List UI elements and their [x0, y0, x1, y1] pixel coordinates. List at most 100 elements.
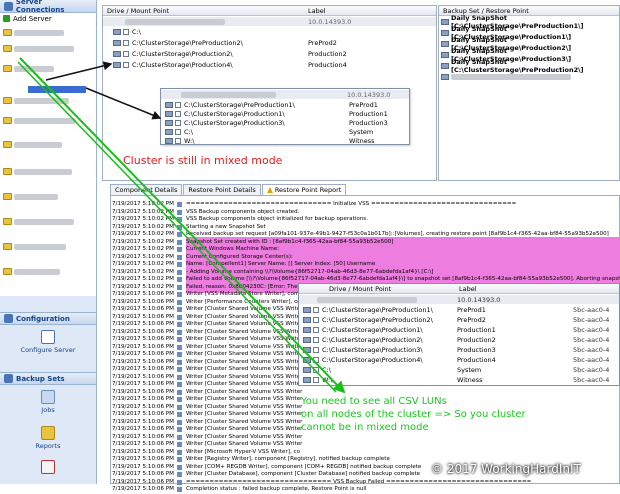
table-row[interactable]: C:\ClusterStorage\Production2\ Production…: [113, 49, 347, 58]
table-row[interactable]: C:\ClusterStorage\Production4\ Production…: [303, 355, 617, 364]
row-checkbox[interactable]: [175, 128, 181, 135]
row-checkbox[interactable]: [123, 39, 129, 46]
log-row[interactable]: 7/19/2017 5:10:06 PM Writer [Cluster Shar…: [110, 441, 620, 449]
row-checkbox[interactable]: [175, 119, 181, 126]
add-server-button[interactable]: Add Server: [0, 13, 96, 24]
table-row[interactable]: C:\ClusterStorage\Production3\ Production…: [303, 345, 617, 354]
configure-server-button[interactable]: Configure Server: [0, 330, 96, 354]
log-row[interactable]: 7/19/2017 5:10:06 PM ====================…: [110, 479, 620, 487]
row-checkbox[interactable]: [175, 101, 181, 108]
table-row[interactable]: W:\ Witness: [165, 136, 375, 145]
log-row[interactable]: 7/19/2017 5:10:02 PM ====================…: [110, 201, 620, 209]
volume-icon: [303, 376, 311, 383]
log-message: Completion status : failed backup comple…: [186, 486, 367, 492]
server-tree[interactable]: Add Server: [0, 13, 96, 296]
tree-item[interactable]: [3, 218, 74, 225]
table-row[interactable]: C:\: [113, 27, 141, 36]
log-info-icon: [177, 224, 182, 230]
log-row[interactable]: 7/19/2017 5:10:02 PM Current Configured S…: [110, 254, 620, 262]
log-row[interactable]: 7/19/2017 5:10:06 PM Completion status : …: [110, 486, 620, 494]
tree-item[interactable]: [3, 193, 58, 200]
tree-item[interactable]: [3, 97, 69, 104]
mount-point: C:\ClusterStorage\Production1\: [184, 109, 285, 118]
calendar-button[interactable]: [0, 460, 96, 476]
log-timestamp: 7/19/2017 5:10:06 PM: [112, 486, 175, 492]
row-checkbox[interactable]: [123, 28, 129, 35]
log-row[interactable]: 7/19/2017 5:10:02 PM - Adding Volume cont…: [110, 269, 620, 277]
snapshot-row[interactable]: [441, 72, 571, 81]
table-row[interactable]: C:\ClusterStorage\Production3\ Production…: [165, 118, 388, 127]
volume-icon: [303, 366, 311, 373]
table-row: 10.0.14393.0: [299, 295, 619, 304]
table-row[interactable]: C:\ClusterStorage\PreProduction1\ PreProd…: [165, 100, 378, 109]
table-row[interactable]: C:\ClusterStorage\PreProduction2\ PreProd…: [113, 38, 337, 47]
table-row[interactable]: C:\ClusterStorage\Production2\ Production…: [303, 335, 617, 344]
table-row[interactable]: C:\ClusterStorage\PreProduction2\ PreProd…: [303, 315, 617, 324]
row-checkbox[interactable]: [313, 316, 319, 323]
table-row[interactable]: C:\ClusterStorage\Production1\ Production…: [165, 109, 388, 118]
mount-point: C:\ClusterStorage\Production2\: [322, 335, 423, 344]
log-info-icon: [177, 299, 182, 305]
log-message: Snapshot Set created with ID : [8af9b1c4…: [186, 238, 394, 245]
row-checkbox[interactable]: [313, 336, 319, 343]
log-row[interactable]: 7/19/2017 5:10:02 PM VSS Backup component…: [110, 209, 620, 217]
tab-restore-point-details[interactable]: Restore Point Details: [183, 184, 261, 195]
row-checkbox[interactable]: [123, 50, 129, 57]
tree-item[interactable]: [3, 141, 62, 148]
jobs-label: Jobs: [41, 406, 55, 414]
log-info-icon: [177, 404, 182, 410]
popup2-header: Drive / Mount Point Label: [299, 284, 619, 294]
row-checkbox[interactable]: [313, 326, 319, 333]
label: Production1: [349, 109, 388, 118]
tree-item[interactable]: [3, 168, 72, 175]
tree-item[interactable]: [3, 243, 66, 250]
log-row[interactable]: 7/19/2017 5:10:06 PM Writer [Cluster Shar…: [110, 434, 620, 442]
row-checkbox[interactable]: [313, 346, 319, 353]
col-label[interactable]: Label: [308, 7, 326, 15]
log-row[interactable]: 7/19/2017 5:10:06 PM Writer [Microsoft Hy…: [110, 449, 620, 457]
row-checkbox[interactable]: [313, 376, 319, 383]
row-checkbox[interactable]: [175, 137, 181, 144]
log-row[interactable]: 7/19/2017 5:10:02 PM VSS Backup component…: [110, 216, 620, 224]
row-checkbox[interactable]: [313, 356, 319, 363]
tree-item[interactable]: [3, 29, 64, 36]
log-row[interactable]: 7/19/2017 5:10:02 PM Starting a new Snaps…: [110, 224, 620, 232]
log-row[interactable]: 7/19/2017 5:10:02 PM Current Windows Mach…: [110, 246, 620, 254]
reports-button[interactable]: Reports: [0, 426, 96, 450]
selected-server[interactable]: [28, 86, 86, 93]
log-row[interactable]: 7/19/2017 5:10:02 PM Received backup set …: [110, 231, 620, 239]
backup-sets-label: Backup Sets: [16, 374, 65, 383]
table-row[interactable]: C:\ClusterStorage\Production4\ Production…: [113, 60, 347, 69]
log-timestamp: 7/19/2017 5:10:02 PM: [112, 231, 175, 237]
log-row[interactable]: 7/19/2017 5:10:02 PM Snapshot Set created…: [110, 239, 620, 247]
table-row[interactable]: W:\ Witness 5bc-aac0-4: [303, 375, 617, 384]
table-row[interactable]: C:\ System: [165, 127, 373, 136]
configuration-header[interactable]: Configuration: [0, 312, 96, 325]
backup-sets-header[interactable]: Backup Sets: [0, 372, 96, 385]
table-row[interactable]: C:\ClusterStorage\PreProduction1\ PreProd…: [303, 305, 617, 314]
log-info-icon: [177, 344, 182, 350]
log-message: Writer [Cluster Shared Volume VSS Writer: [186, 328, 303, 335]
tree-item[interactable]: [3, 117, 76, 124]
row-checkbox[interactable]: [175, 110, 181, 117]
col-mount-point[interactable]: Drive / Mount Point: [107, 7, 169, 15]
table-row[interactable]: C:\ System 5bc-aac0-4: [303, 365, 617, 374]
log-info-icon: [177, 449, 182, 455]
snapshot-list[interactable]: Backup Set / Restore Point Daily SnapSho…: [438, 5, 620, 181]
row-checkbox[interactable]: [313, 366, 319, 373]
table-row[interactable]: C:\ClusterStorage\Production1\ Production…: [303, 325, 617, 334]
log-timestamp: 7/19/2017 5:10:06 PM: [112, 373, 175, 380]
jobs-button[interactable]: Jobs: [0, 390, 96, 414]
row-checkbox[interactable]: [123, 61, 129, 68]
server-connections-header[interactable]: Server Connections: [0, 0, 96, 14]
tab-component-details[interactable]: Component Details: [110, 184, 183, 195]
snapshot-row[interactable]: Daily SnapShot [C:\ClusterStorage\PrePro…: [441, 58, 619, 74]
table-row[interactable]: 10.0.14393.0: [103, 17, 436, 26]
log-row[interactable]: 7/19/2017 5:10:02 PM Name: [Compellent1] …: [110, 261, 620, 269]
tree-item[interactable]: [3, 45, 74, 52]
tree-item[interactable]: [3, 65, 54, 72]
tab-restore-point-report[interactable]: Restore Point Report: [261, 184, 347, 195]
label: Production2: [457, 335, 496, 344]
row-checkbox[interactable]: [313, 306, 319, 313]
tree-item[interactable]: [3, 268, 60, 275]
